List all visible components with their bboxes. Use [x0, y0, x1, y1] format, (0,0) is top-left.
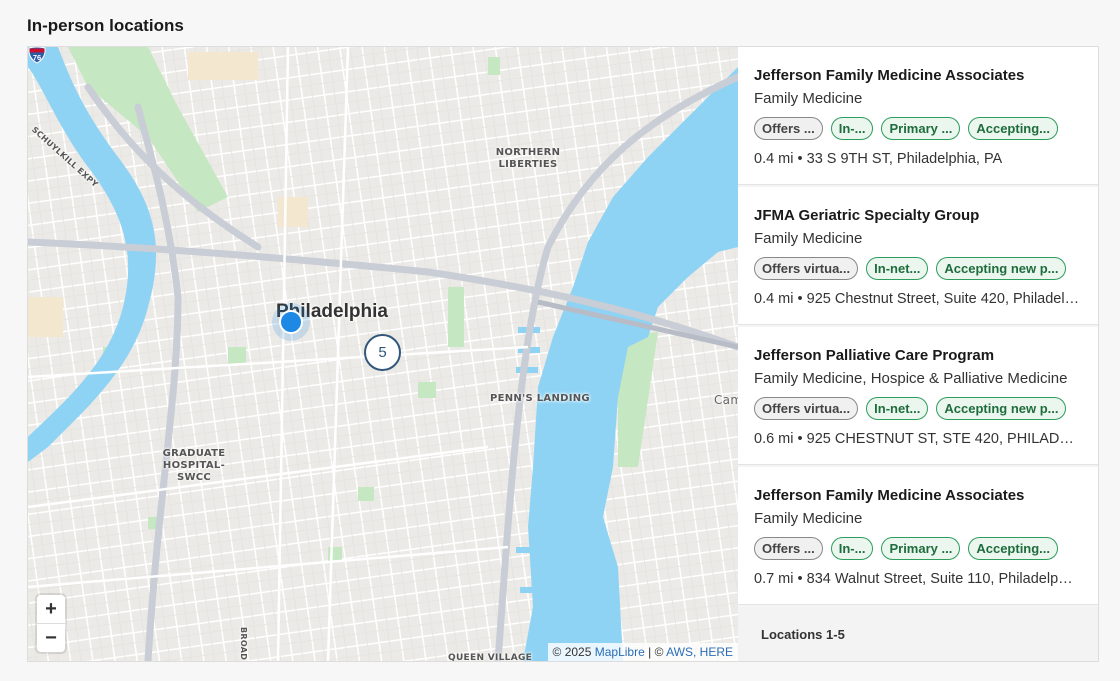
location-list: Jefferson Family Medicine Associates Fam…	[738, 47, 1098, 661]
location-name: Jefferson Palliative Care Program	[754, 347, 995, 364]
locations-panel: Philadelphia NORTHERN LIBERTIES PENN'S L…	[27, 46, 1099, 662]
tag-primary-care: Primary ...	[881, 117, 961, 140]
zoom-in-button[interactable]: +	[37, 595, 65, 623]
location-address: 834 Walnut Street, Suite 110, Philadelph…	[806, 571, 1080, 587]
location-name: Jefferson Family Medicine Associates	[754, 487, 1025, 504]
location-tags: Offers virtua... In-net... Accepting new…	[754, 397, 1082, 420]
tag-virtual: Offers virtua...	[754, 257, 859, 280]
zoom-controls: + −	[37, 595, 65, 652]
road-label-broad-st: BROAD ST	[239, 627, 248, 661]
maplibre-link[interactable]: MapLibre	[595, 645, 645, 659]
neighborhood-label-queen-village: QUEEN VILLAGE	[448, 653, 533, 661]
neighborhood-label-penns-landing: PENN'S LANDING	[490, 393, 590, 404]
location-tags: Offers ... In-... Primary ... Accepting.…	[754, 117, 1082, 140]
current-location-pin[interactable]	[279, 310, 303, 334]
location-address: 925 Chestnut Street, Suite 420, Philadel…	[806, 291, 1080, 307]
tag-virtual: Offers virtua...	[754, 397, 859, 420]
attribution-prefix: © 2025	[552, 645, 595, 659]
pagination-label: Locations 1-5	[761, 627, 845, 642]
location-address-line: 0.6 mi • 925 CHESTNUT ST, STE 420, PHILA…	[754, 431, 1080, 447]
city-label-camden: Cam	[714, 393, 738, 407]
interstate-shield-icon: 76	[28, 47, 46, 64]
location-tags: Offers ... In-... Primary ... Accepting.…	[754, 537, 1082, 560]
location-address-line: 0.4 mi • 925 Chestnut Street, Suite 420,…	[754, 291, 1080, 307]
location-cluster-marker[interactable]: 5	[364, 334, 401, 371]
location-address-line: 0.7 mi • 834 Walnut Street, Suite 110, P…	[754, 571, 1080, 587]
location-specialty: Family Medicine, Hospice & Palliative Me…	[754, 370, 1068, 387]
tag-virtual: Offers ...	[754, 537, 823, 560]
tag-virtual: Offers ...	[754, 117, 823, 140]
location-specialty: Family Medicine	[754, 230, 863, 247]
tag-accepting-patients: Accepting...	[968, 537, 1059, 560]
providers-link[interactable]: AWS, HERE	[666, 645, 733, 659]
location-name: JFMA Geriatric Specialty Group	[754, 207, 980, 224]
interstate-shield-number: 76	[33, 53, 41, 62]
map-attribution: © 2025 MapLibre | © AWS, HERE	[547, 643, 738, 661]
tag-in-network: In-...	[830, 537, 874, 560]
tag-accepting-patients: Accepting...	[968, 117, 1059, 140]
attribution-separator: | ©	[644, 645, 667, 659]
tag-in-network: In-...	[830, 117, 874, 140]
location-card[interactable]: Jefferson Palliative Care Program Family…	[738, 327, 1098, 465]
location-specialty: Family Medicine	[754, 90, 863, 107]
neighborhood-label-northern-liberties: NORTHERN LIBERTIES	[495, 147, 561, 170]
location-address: 33 S 9TH ST, Philadelphia, PA	[806, 151, 1003, 167]
location-name: Jefferson Family Medicine Associates	[754, 67, 1025, 84]
list-footer: Locations 1-5	[738, 607, 1098, 661]
tag-accepting-patients: Accepting new p...	[936, 257, 1067, 280]
location-distance: 0.7 mi	[754, 571, 794, 587]
location-specialty: Family Medicine	[754, 510, 863, 527]
location-address: 925 CHESTNUT ST, STE 420, PHILADELPHIA, …	[806, 431, 1080, 447]
location-card[interactable]: Jefferson Family Medicine Associates Fam…	[738, 467, 1098, 605]
map[interactable]: Philadelphia NORTHERN LIBERTIES PENN'S L…	[28, 47, 738, 661]
neighborhood-label-graduate-hospital: GRADUATE HOSPITAL-SWCC	[162, 448, 226, 483]
tag-accepting-patients: Accepting new p...	[936, 397, 1067, 420]
location-distance: 0.6 mi	[754, 431, 794, 447]
location-tags: Offers virtua... In-net... Accepting new…	[754, 257, 1082, 280]
location-card[interactable]: JFMA Geriatric Specialty Group Family Me…	[738, 187, 1098, 325]
page-title: In-person locations	[27, 16, 184, 35]
location-address-line: 0.4 mi • 33 S 9TH ST, Philadelphia, PA	[754, 151, 1003, 167]
zoom-out-button[interactable]: −	[37, 623, 65, 652]
location-distance: 0.4 mi	[754, 291, 794, 307]
tag-in-network: In-net...	[866, 397, 929, 420]
location-card[interactable]: Jefferson Family Medicine Associates Fam…	[738, 47, 1098, 185]
tag-primary-care: Primary ...	[881, 537, 961, 560]
location-distance: 0.4 mi	[754, 151, 794, 167]
tag-in-network: In-net...	[866, 257, 929, 280]
